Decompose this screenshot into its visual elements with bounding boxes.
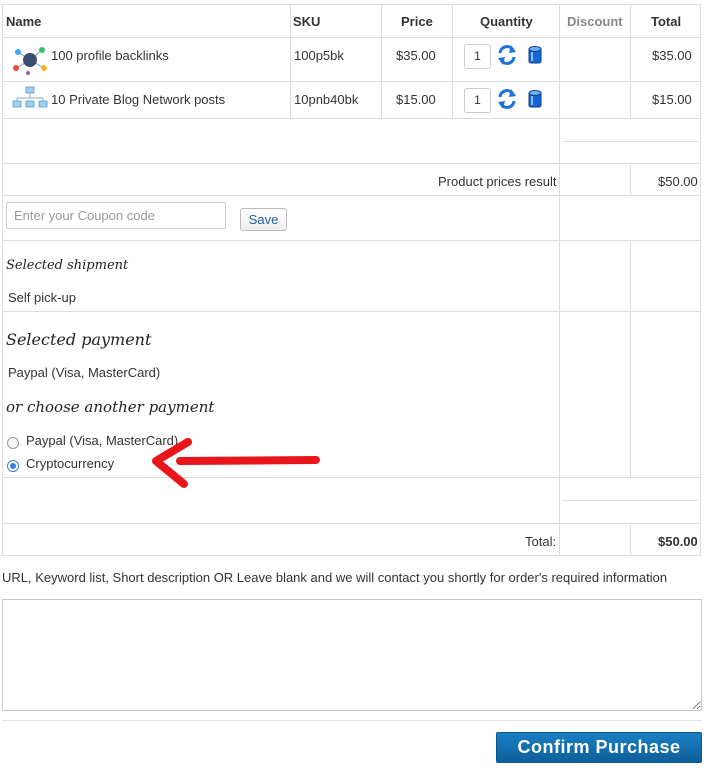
row-divider <box>2 163 700 164</box>
table-border-right <box>700 4 701 556</box>
table-border-left <box>2 4 3 556</box>
quantity-input[interactable]: 1 <box>464 88 491 113</box>
product-total: $35.00 <box>652 48 692 63</box>
product-total: $15.00 <box>652 92 692 107</box>
product-link[interactable]: 100 profile backlinks <box>51 48 169 63</box>
product-link[interactable]: 10 Private Blog Network posts <box>51 92 225 107</box>
row-divider <box>2 118 700 119</box>
table-border-top <box>2 4 700 5</box>
product-prices-value: $50.00 <box>658 174 698 189</box>
payment-heading: Selected payment <box>6 330 152 349</box>
quantity-input[interactable]: 1 <box>464 44 491 69</box>
payment-option-label[interactable]: Cryptocurrency <box>26 456 114 471</box>
refresh-icon[interactable] <box>497 44 517 66</box>
choose-payment-heading: or choose another payment <box>6 398 215 416</box>
backlinks-network-icon <box>13 47 47 75</box>
row-divider <box>2 195 700 196</box>
col-divider <box>290 4 291 118</box>
total-value: $50.00 <box>658 534 698 549</box>
order-notes-instructions: URL, Keyword list, Short description OR … <box>2 570 668 585</box>
col-divider <box>630 240 631 477</box>
row-divider <box>563 141 698 142</box>
shipment-heading: Selected shipment <box>6 258 129 273</box>
blog-network-icon <box>12 86 48 108</box>
payment-radio-paypal[interactable] <box>7 437 19 449</box>
column-header-quantity: Quantity <box>480 14 533 29</box>
row-divider <box>2 311 700 312</box>
shipment-value: Self pick-up <box>8 290 76 305</box>
row-divider <box>2 477 700 478</box>
col-divider <box>630 4 631 118</box>
col-divider <box>559 4 560 556</box>
column-header-sku: SKU <box>293 14 321 29</box>
column-header-discount: Discount <box>567 14 623 29</box>
column-header-total: Total <box>651 14 682 29</box>
delete-icon[interactable] <box>527 45 543 65</box>
column-header-name: Name <box>6 14 42 29</box>
row-divider <box>2 523 700 524</box>
save-coupon-button[interactable]: Save <box>240 208 287 231</box>
col-divider <box>630 163 631 195</box>
product-price: $35.00 <box>396 48 436 63</box>
payment-value: Paypal (Visa, MasterCard) <box>8 365 161 380</box>
table-border-bottom <box>2 555 700 556</box>
refresh-icon[interactable] <box>497 88 517 110</box>
divider <box>2 720 702 721</box>
red-arrow-icon <box>152 438 320 488</box>
order-notes-textarea[interactable] <box>2 599 702 711</box>
col-divider <box>452 4 453 118</box>
col-divider <box>630 523 631 555</box>
product-sku: 10pnb40bk <box>294 92 359 107</box>
product-price: $15.00 <box>396 92 436 107</box>
delete-icon[interactable] <box>527 89 543 109</box>
table-header-divider <box>2 37 700 38</box>
col-divider <box>381 4 382 118</box>
row-divider <box>563 500 698 501</box>
row-divider <box>2 81 700 82</box>
product-prices-label: Product prices result <box>438 174 557 189</box>
total-label: Total: <box>525 534 557 549</box>
product-sku: 100p5bk <box>294 48 344 63</box>
coupon-input[interactable] <box>6 202 226 229</box>
column-header-price: Price <box>401 14 433 29</box>
confirm-purchase-button[interactable]: Confirm Purchase <box>496 732 702 763</box>
payment-radio-crypto[interactable] <box>7 460 19 472</box>
row-divider <box>2 240 700 241</box>
